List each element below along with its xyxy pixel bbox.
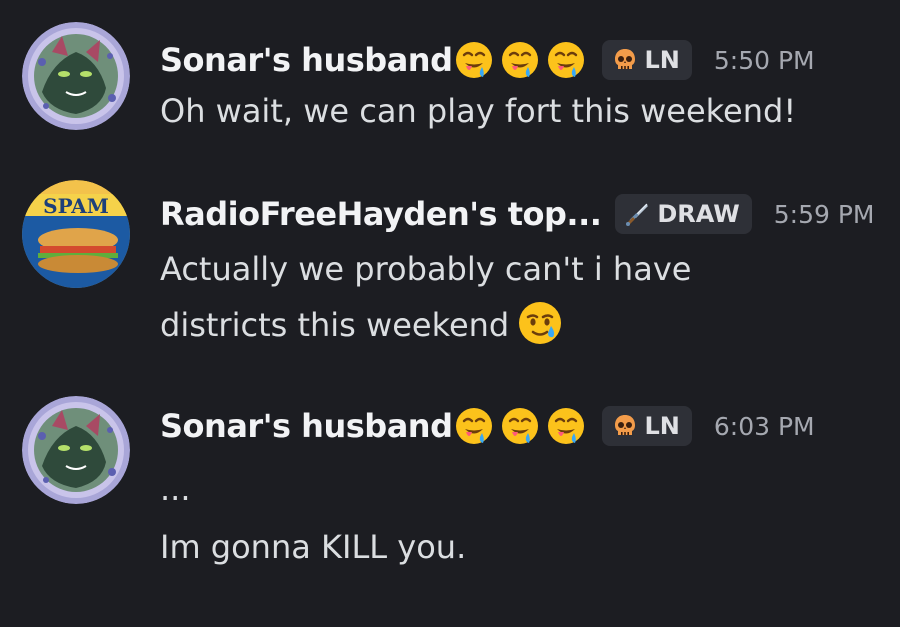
username[interactable]: Sonar's husband: [160, 407, 453, 445]
server-tag-label: LN: [644, 412, 680, 440]
drooling-face-icon: [500, 40, 540, 80]
message-text-line-2: districts this weekend: [160, 298, 563, 352]
chat-log: Sonar's husband LN 5:50 PM Oh wait, we c…: [0, 0, 900, 627]
drooling-face-icon: [454, 406, 494, 446]
avatar[interactable]: [22, 22, 130, 130]
drooling-face-icon: [454, 40, 494, 80]
avatar[interactable]: SPAM: [22, 180, 130, 288]
skull-icon: [612, 413, 638, 439]
message-text: ...: [160, 470, 191, 508]
avatar-logo-text: SPAM: [43, 194, 109, 218]
server-tag-label: LN: [644, 46, 680, 74]
drooling-face-icon: [546, 406, 586, 446]
message-text: districts this weekend: [160, 306, 510, 344]
message-text: Oh wait, we can play fort this weekend!: [160, 92, 797, 130]
message-text: Actually we probably can't i have: [160, 250, 692, 288]
creature-avatar-image: [22, 396, 130, 504]
creature-avatar-image: [22, 22, 130, 130]
avatar[interactable]: [22, 396, 130, 504]
name-emojis: [454, 40, 592, 80]
timestamp[interactable]: 5:59 PM: [774, 200, 875, 229]
message-header: Sonar's husband LN 5:50 PM: [160, 40, 815, 80]
skull-icon: [612, 47, 638, 73]
spam-burger-avatar-image: SPAM: [22, 180, 130, 288]
server-tag[interactable]: LN: [602, 40, 692, 80]
username[interactable]: Sonar's husband: [160, 41, 453, 79]
timestamp[interactable]: 5:50 PM: [714, 46, 815, 75]
message-header: RadioFreeHayden's top... DRAW 5:59 PM: [160, 194, 874, 234]
smiling-face-with-tear-icon: [517, 300, 563, 346]
server-tag[interactable]: DRAW: [615, 194, 752, 234]
timestamp[interactable]: 6:03 PM: [714, 412, 815, 441]
message-header: Sonar's husband LN 6:03 PM: [160, 406, 815, 446]
server-tag[interactable]: LN: [602, 406, 692, 446]
name-emojis: [454, 406, 592, 446]
message-text: Im gonna KILL you.: [160, 528, 467, 566]
sword-icon: [625, 201, 651, 227]
drooling-face-icon: [500, 406, 540, 446]
drooling-face-icon: [546, 40, 586, 80]
username[interactable]: RadioFreeHayden's top...: [160, 195, 602, 233]
server-tag-label: DRAW: [657, 200, 740, 228]
